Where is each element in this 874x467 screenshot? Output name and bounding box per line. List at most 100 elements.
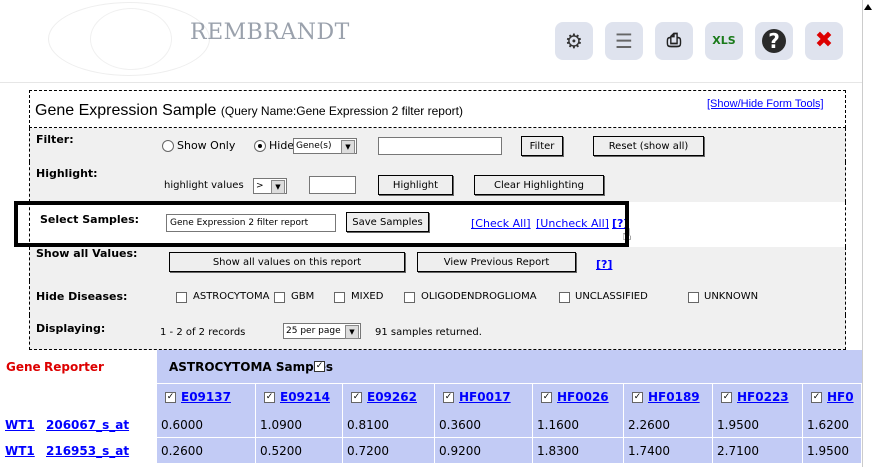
scroll-up-icon[interactable] [864,4,872,10]
table-row: WT1 216953_s_at [0,438,157,464]
hide-mixed-checkbox[interactable] [334,292,345,303]
sample-column-header: ✓ E09262 [343,384,435,412]
reporter-link[interactable]: 216953_s_at [46,444,129,458]
value-cell: 0.2600 [157,438,256,464]
records-count: 1 - 2 of 2 records [160,327,246,338]
chevron-down-icon: ▼ [271,180,285,194]
group-header-label: ASTROCYTOMA Samples [169,360,334,374]
show-all-values-button[interactable]: Show all values on this report [169,252,405,272]
highlight-value-input[interactable] [309,176,356,194]
highlight-row: Highlight: highlight values > ▼ Highligh… [29,162,846,202]
gene-link[interactable]: WT1 [5,418,35,432]
sample-link[interactable]: E09262 [367,390,417,404]
show-all-values-label: Show all Values: [36,247,138,260]
column-header-spacer [0,384,157,412]
filter-type-value: Gene(s) [296,141,332,151]
gene-link[interactable]: WT1 [5,444,35,458]
sample-link[interactable]: E09214 [280,390,330,404]
sample-link[interactable]: HF0 [827,390,854,404]
value-cell: 1.6200 [803,412,862,438]
filter-type-select[interactable]: Gene(s) ▼ [293,138,357,154]
table-row: WT1 206067_s_at [0,412,157,438]
hide-astrocytoma-label: ASTROCYTOMA [193,291,270,302]
sample-column-header: ✓ E09137 [157,384,256,412]
hide-gbm-label: GBM [291,291,315,302]
table-corner: Gene Reporter [0,350,157,384]
highlight-operator-select[interactable]: > ▼ [253,178,287,194]
hide-astrocytoma-checkbox[interactable] [176,292,187,303]
hide-radio[interactable] [254,140,266,152]
hand-cursor-icon: ☝ [622,225,632,244]
highlight-button[interactable]: Highlight [378,175,453,195]
group-header: ASTROCYTOMA Samples ✓ [157,350,862,384]
sample-column-header: ✓ HF0189 [624,384,713,412]
value-cell: 2.7100 [713,438,803,464]
filter-label: Filter: [36,133,74,146]
show-only-radio[interactable] [162,140,174,152]
network-icon[interactable]: ⚙ [555,22,593,60]
show-all-values-row: Show all Values: Show all values on this… [29,247,846,281]
sample-checkbox[interactable]: ✓ [443,392,454,403]
form-title-row: Gene Expression Sample (Query Name:Gene … [29,90,846,128]
sample-column-header: ✓ HF0223 [713,384,803,412]
sample-checkbox[interactable]: ✓ [264,392,275,403]
sample-link[interactable]: HF0223 [737,390,789,404]
hide-gbm-checkbox[interactable] [274,292,285,303]
group-select-checkbox[interactable]: ✓ [314,361,325,372]
reset-show-all-button[interactable]: Reset (show all) [593,136,704,156]
hide-oligodendroglioma-checkbox[interactable] [404,292,415,303]
sample-column-header: ✓ HF0 [803,384,862,412]
value-cell: 0.7200 [343,438,435,464]
sample-checkbox[interactable]: ✓ [632,392,643,403]
sample-checkbox[interactable]: ✓ [811,392,822,403]
sample-link[interactable]: HF0026 [557,390,609,404]
view-previous-report-button[interactable]: View Previous Report [417,252,576,272]
highlight-frame [14,201,629,247]
sample-link[interactable]: E09137 [181,390,231,404]
chevron-down-icon: ▼ [341,140,355,154]
form-subtitle: (Query Name:Gene Expression 2 filter rep… [220,104,463,118]
value-cell: 0.6000 [157,412,256,438]
hide-unknown-checkbox[interactable] [688,292,699,303]
show-only-label: Show Only [177,139,236,152]
clear-highlighting-button[interactable]: Clear Highlighting [474,175,604,195]
trash-icon[interactable]: ✖ [805,22,843,60]
scrollbar[interactable] [862,0,874,467]
sample-checkbox[interactable]: ✓ [721,392,732,403]
filter-button[interactable]: Filter [521,136,563,156]
value-cell: 0.3600 [435,412,533,438]
hide-label: Hide [269,139,295,152]
value-cell: 0.8100 [343,412,435,438]
value-cell: 2.2600 [624,412,713,438]
printer-icon[interactable]: ⎙ [655,22,693,60]
highlight-label: Highlight: [36,167,98,180]
help-icon[interactable]: ? [755,22,793,60]
chevron-down-icon: ▼ [345,325,359,339]
value-cell: 0.9200 [435,438,533,464]
show-all-values-help-link[interactable]: [?] [596,258,612,271]
gene-header: Gene [6,360,41,374]
value-cell: 1.1600 [533,412,624,438]
value-cell: 1.0900 [256,412,343,438]
sample-link[interactable]: HF0189 [648,390,700,404]
filter-text-input[interactable] [378,137,502,155]
app-header: REMBRANDT ⚙ ☰ ⎙ XLS ? ✖ [0,0,862,83]
sample-checkbox[interactable]: ✓ [165,392,176,403]
per-page-value: 25 per page [286,326,341,336]
report-icon[interactable]: ☰ [605,22,643,60]
highlight-values-label: highlight values [164,180,244,191]
hide-unclassified-checkbox[interactable] [559,292,570,303]
hide-oligodendroglioma-label: OLIGODENDROGLIOMA [421,291,537,302]
hide-diseases-label: Hide Diseases: [36,290,128,303]
sample-checkbox[interactable]: ✓ [351,392,362,403]
reporter-link[interactable]: 206067_s_at [46,418,129,432]
app-title: REMBRANDT [190,20,350,45]
sample-link[interactable]: HF0017 [459,390,511,404]
sample-checkbox[interactable]: ✓ [541,392,552,403]
displaying-label: Displaying: [36,322,106,335]
per-page-select[interactable]: 25 per page ▼ [283,323,361,339]
show-hide-form-tools-link[interactable]: [Show/Hide Form Tools] [707,98,824,110]
excel-icon[interactable]: XLS [705,22,743,60]
form-title: Gene Expression Sample (Query Name:Gene … [35,102,463,120]
hide-mixed-label: MIXED [351,291,384,302]
